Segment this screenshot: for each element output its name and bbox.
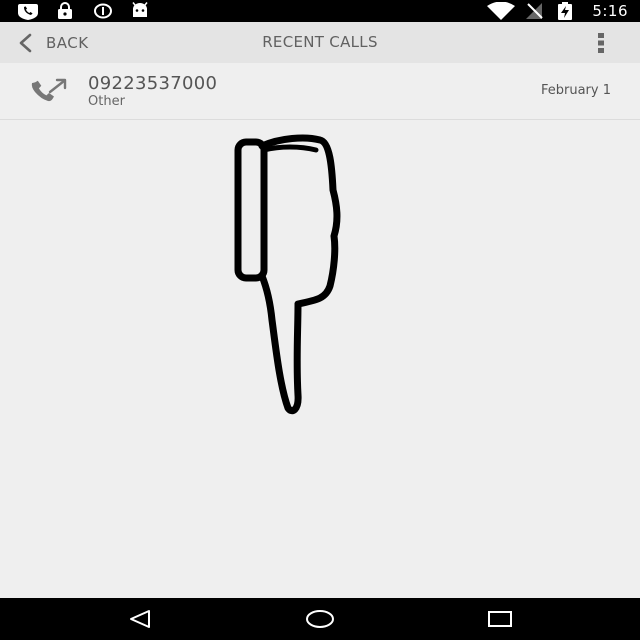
lock-icon <box>58 2 72 19</box>
call-date: February 1 <box>540 83 611 98</box>
call-type-label: Other <box>88 94 125 109</box>
nav-home-button[interactable] <box>290 598 350 640</box>
overflow-menu-icon[interactable] <box>592 32 610 54</box>
home-circle-icon <box>306 610 334 628</box>
recents-square-icon <box>488 611 512 627</box>
battery-charging-icon <box>558 2 572 20</box>
phone-notification-icon <box>18 4 38 20</box>
status-bar: 5:16 <box>0 0 640 22</box>
wifi-icon <box>487 2 515 20</box>
info-circle-icon <box>94 3 112 19</box>
navigation-bar <box>0 598 640 640</box>
nav-back-button[interactable] <box>110 598 170 640</box>
call-list-item[interactable]: 09223537000 Other February 1 <box>0 63 640 120</box>
page-title: RECENT CALLS <box>262 33 378 51</box>
chevron-left-icon <box>19 33 32 52</box>
android-icon <box>132 2 148 17</box>
nav-recents-button[interactable] <box>470 598 530 640</box>
action-bar: BACK RECENT CALLS <box>0 22 640 63</box>
back-button[interactable]: BACK <box>18 22 89 63</box>
back-label: BACK <box>46 33 89 52</box>
outgoing-call-icon <box>31 78 67 102</box>
back-triangle-icon <box>130 610 150 628</box>
call-number: 09223537000 <box>88 73 218 94</box>
status-time: 5:16 <box>592 2 628 20</box>
recent-calls-screen: 5:16 BACK RECENT CALLS 09223537000 Other… <box>0 0 640 640</box>
no-signal-icon <box>526 3 543 19</box>
